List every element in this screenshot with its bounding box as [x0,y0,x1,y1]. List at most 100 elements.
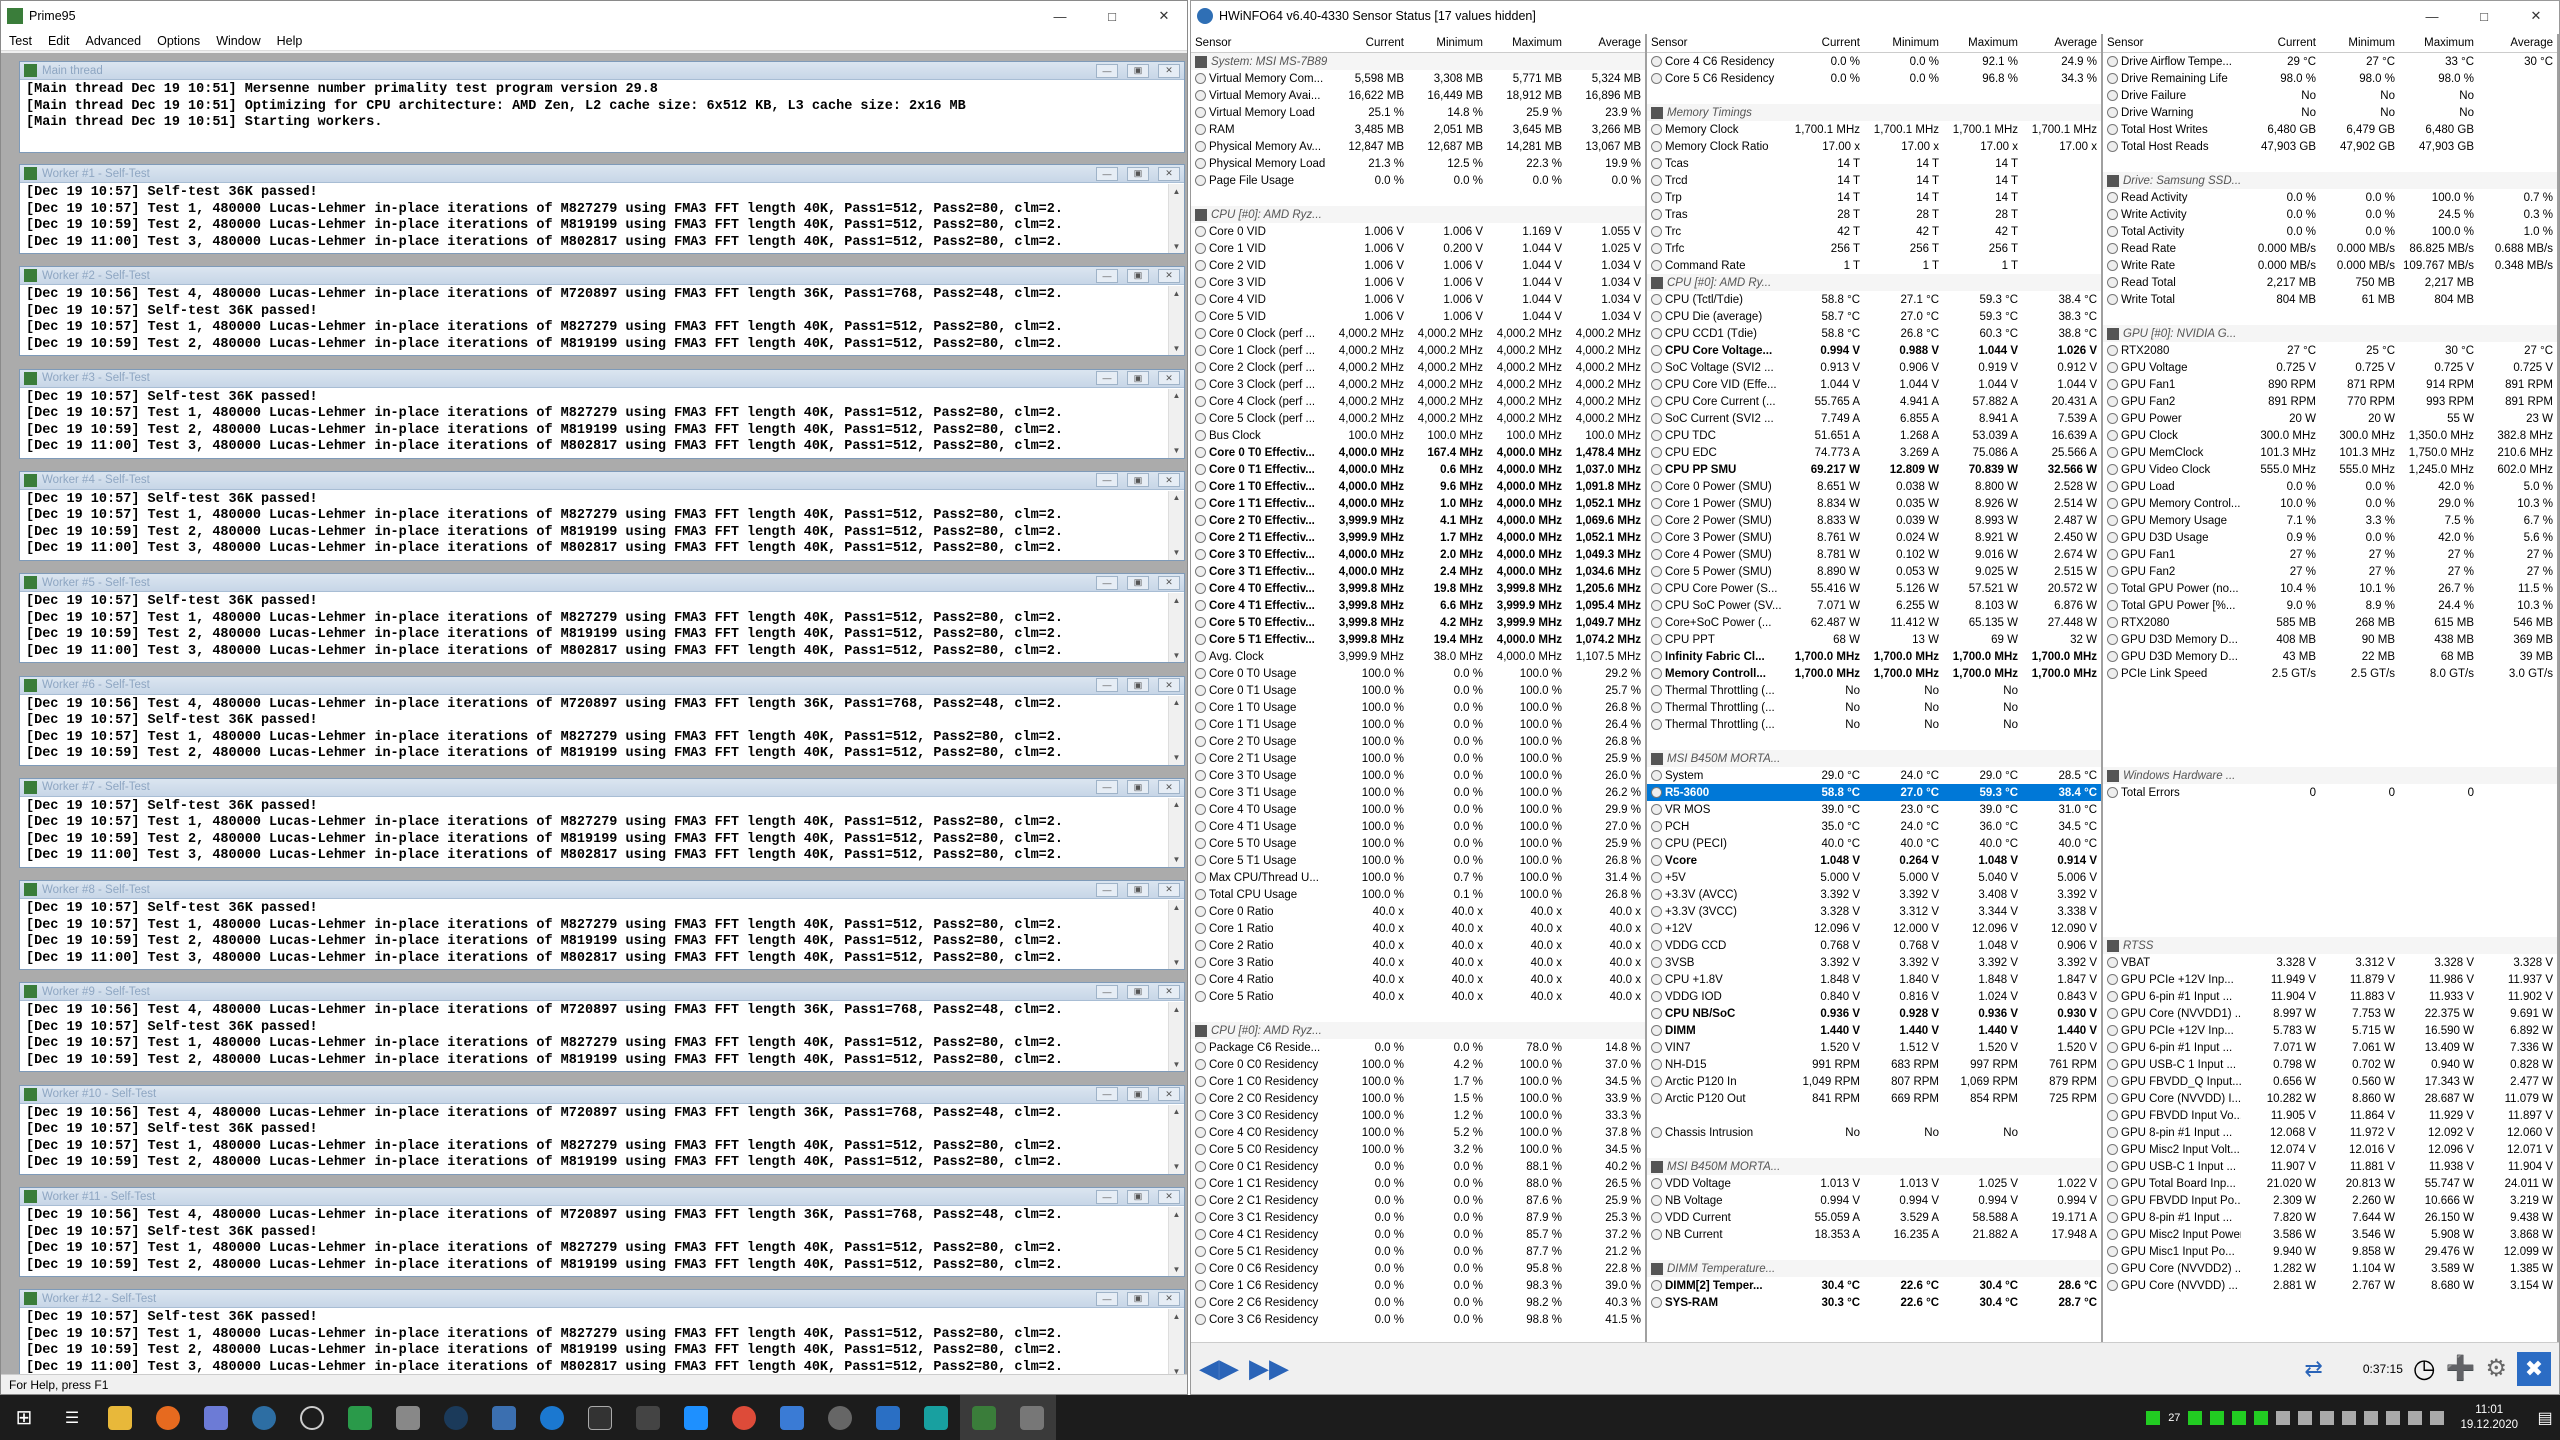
close-icon[interactable]: ✕ [1158,268,1180,283]
sensor-row[interactable]: CPU Core Power (S... 55.416 W 5.126 W 57.52… [1647,580,2101,597]
sensor-row[interactable]: GPU USB-C 1 Input ... 0.798 W 0.702 W 0.940… [2103,1056,2557,1073]
sensor-row[interactable]: Core 2 VID 1.006 V 1.006 V 1.044 V 1.034 V [1191,257,1645,274]
sensor-row[interactable]: Core 2 C1 Residency 0.0 % 0.0 % 87.6 % 25.9 … [1191,1192,1645,1209]
sensor-row[interactable]: RTX2080 585 MB 268 MB 615 MB 546 MB [2103,614,2557,631]
app-icon-16[interactable] [768,1395,816,1440]
sensor-row[interactable]: VDDG CCD 0.768 V 0.768 V 1.048 V 0.906 V [1647,937,2101,954]
sensor-row[interactable]: Core 3 VID 1.006 V 1.006 V 1.044 V 1.034 V [1191,274,1645,291]
sensor-row[interactable]: Virtual Memory Load 25.1 % 14.8 % 25.9 % 23.… [1191,104,1645,121]
nav-right-icon[interactable]: ▶▶ [1249,1353,1289,1384]
sensor-row[interactable]: Core 1 C0 Residency 100.0 % 1.7 % 100.0 % 34… [1191,1073,1645,1090]
sensor-row[interactable]: Thermal Throttling (... No No No [1647,682,2101,699]
vertical-scrollbar[interactable]: ▲ ▼ [1168,490,1184,560]
sensor-row[interactable]: Core 2 T0 Effectiv... 3,999.9 MHz 4.1 MHz 4… [1191,512,1645,529]
sensor-row[interactable]: 3VSB 3.392 V 3.392 V 3.392 V 3.392 V [1647,954,2101,971]
sensor-row[interactable]: Package C6 Reside... 0.0 % 0.0 % 78.0 % 14.8… [1191,1039,1645,1056]
sensor-row[interactable]: CPU Core Voltage... 0.994 V 0.988 V 1.044 V… [1647,342,2101,359]
scroll-down-icon[interactable]: ▼ [1169,1160,1184,1174]
scroll-down-icon[interactable]: ▼ [1169,751,1184,765]
sensor-row[interactable]: Drive Failure No No No [2103,87,2557,104]
app-icon-8[interactable] [384,1395,432,1440]
sensor-row[interactable]: Write Total 804 MB 61 MB 804 MB [2103,291,2557,308]
menu-test[interactable]: Test [9,34,32,48]
app-icon-5[interactable] [240,1395,288,1440]
vertical-scrollbar[interactable]: ▲ ▼ [1168,900,1184,970]
sensor-row[interactable]: VIN7 1.520 V 1.512 V 1.520 V 1.520 V [1647,1039,2101,1056]
restore-icon[interactable]: ▣ [1127,268,1149,283]
sensor-row[interactable]: Core 3 C0 Residency 100.0 % 1.2 % 100.0 % 33… [1191,1107,1645,1124]
sensor-row[interactable]: GPU 6-pin #1 Input ... 11.904 V 11.883 V 11… [2103,988,2557,1005]
column-minimum[interactable]: Minimum [1864,37,1943,49]
tray-icon-6[interactable] [2298,1410,2313,1425]
add-report-icon[interactable]: ➕ [2446,1354,2476,1383]
sensor-row[interactable]: Core 0 C1 Residency 0.0 % 0.0 % 88.1 % 40.2 … [1191,1158,1645,1175]
sensor-row[interactable]: Core 2 T1 Effectiv... 3,999.9 MHz 1.7 MHz 4… [1191,529,1645,546]
vertical-scrollbar[interactable]: ▲ ▼ [1168,593,1184,663]
close-icon[interactable]: ✕ [1158,678,1180,692]
sensor-row[interactable]: GPU 8-pin #1 Input ... 7.820 W 7.644 W 26.1… [2103,1209,2557,1226]
sensor-group[interactable]: System: MSI MS-7B89 [1191,53,1645,70]
app-icon-19[interactable] [912,1395,960,1440]
sensor-row[interactable]: GPU Fan2 891 RPM 770 RPM 993 RPM 891 RPM [2103,393,2557,410]
restore-icon[interactable]: ▣ [1127,984,1149,999]
minimize-icon[interactable]: — [1096,473,1118,488]
sensor-row[interactable]: Core 5 Power (SMU) 8.890 W 0.053 W 9.025 W2… [1647,563,2101,580]
column-sensor[interactable]: Sensor [2103,37,2241,49]
sensor-row[interactable]: Core+SoC Power (... 62.487 W 11.412 W 65.13… [1647,614,2101,631]
close-icon[interactable]: ✕ [1158,1291,1180,1306]
sensor-group[interactable]: DIMM Temperature... [1647,1260,2101,1277]
column-header[interactable]: Sensor Current Minimum Maximum Average [1647,34,2101,53]
sensor-row[interactable]: SYS-RAM 30.3 °C 22.6 °C 30.4 °C 28.7 °C [1647,1294,2101,1311]
sensor-row[interactable]: Core 1 Ratio 40.0 x 40.0 x 40.0 x 40.0 x [1191,920,1645,937]
sensor-row[interactable]: Core 2 Clock (perf ... 4,000.2 MHz 4,000.2… [1191,359,1645,376]
sensor-row[interactable]: NH-D15 991 RPM 683 RPM 997 RPM 761 RPM [1647,1056,2101,1073]
tray-icon-green[interactable] [2146,1410,2161,1425]
sensor-row[interactable]: Core 3 T1 Usage 100.0 % 0.0 % 100.0 % 26.2 % [1191,784,1645,801]
chrome-icon[interactable] [720,1395,768,1440]
sensor-row[interactable]: GPU MemClock 101.3 MHz 101.3 MHz 1,750.0 MH… [2103,444,2557,461]
close-icon[interactable]: ✕ [1141,1,1187,31]
sensor-row[interactable]: CPU TDC 51.651 A 1.268 A 53.039 A 16.639 A [1647,427,2101,444]
sensor-row[interactable]: Trcd 14 T 14 T 14 T [1647,172,2101,189]
sensor-group[interactable]: MSI B450M MORTA... [1647,1158,2101,1175]
worker-window-3[interactable]: Worker #3 - Self-Test — ▣ ✕ [Dec 19 10:57] S… [19,368,1185,459]
sensor-row[interactable]: PCIe Link Speed 2.5 GT/s 2.5 GT/s 8.0 GT/s 3… [2103,665,2557,682]
sensor-row[interactable]: Core 0 T0 Effectiv... 4,000.0 MHz 167.4 MH… [1191,444,1645,461]
sensor-group[interactable]: CPU [#0]: AMD Ryz... [1191,1022,1645,1039]
sensor-row[interactable]: Core 4 T0 Effectiv... 3,999.8 MHz 19.8 MHz… [1191,580,1645,597]
sensor-row[interactable]: Trp 14 T 14 T 14 T [1647,189,2101,206]
sensor-row[interactable]: Core 2 Ratio 40.0 x 40.0 x 40.0 x 40.0 x [1191,937,1645,954]
scroll-up-icon[interactable]: ▲ [1169,696,1184,710]
network-icon[interactable]: ⇄ [2304,1356,2322,1382]
vertical-scrollbar[interactable]: ▲ ▼ [1168,695,1184,765]
sensor-row[interactable]: Infinity Fabric Cl... 1,700.0 MHz 1,700.0 … [1647,648,2101,665]
sensor-row[interactable]: CPU (Tctl/Tdie) 58.8 °C 27.1 °C 59.3 °C 38.4… [1647,291,2101,308]
sensor-panel-1[interactable]: Sensor Current Minimum Maximum Average System… [1191,34,1647,1342]
sensor-panel-3[interactable]: Sensor Current Minimum Maximum Average Drive … [2103,34,2559,1342]
sensor-row[interactable]: Core 0 T0 Usage 100.0 % 0.0 % 100.0 % 29.2 % [1191,665,1645,682]
sensor-row[interactable]: CPU SoC Power (SV... 7.071 W 6.255 W 8.103 … [1647,597,2101,614]
restore-icon[interactable]: ▣ [1127,1087,1149,1102]
worker-window-4[interactable]: Worker #4 - Self-Test — ▣ ✕ [Dec 19 10:57] S… [19,470,1185,561]
sensor-row[interactable]: Thermal Throttling (... No No No [1647,716,2101,733]
sensor-row[interactable]: Core 5 T1 Usage 100.0 % 0.0 % 100.0 % 26.8 % [1191,852,1645,869]
explorer-icon[interactable] [96,1395,144,1440]
sensor-row[interactable]: Drive Remaining Life 98.0 % 98.0 % 98.0 % [2103,70,2557,87]
sensor-row[interactable]: CPU Die (average) 58.7 °C 27.0 °C 59.3 °C 38… [1647,308,2101,325]
minimize-icon[interactable]: — [1096,166,1118,181]
sensor-row[interactable]: Core 2 T1 Usage 100.0 % 0.0 % 100.0 % 25.9 % [1191,750,1645,767]
clock-icon[interactable]: ◷ [2413,1353,2436,1384]
sensor-row[interactable]: Arctic P120 In 1,049 RPM 807 RPM 1,069 RPM 8… [1647,1073,2101,1090]
sensor-row[interactable]: GPU Fan1 27 % 27 % 27 % 27 % [2103,546,2557,563]
sensor-row[interactable]: CPU PP SMU 69.217 W 12.809 W 70.839 W 32.566… [1647,461,2101,478]
restore-icon[interactable]: ▣ [1127,882,1149,897]
column-header[interactable]: Sensor Current Minimum Maximum Average [2103,34,2557,53]
child-titlebar[interactable]: Worker #10 - Self-Test — ▣ ✕ [20,1085,1184,1104]
sensor-row[interactable]: +12V 12.096 V 12.000 V 12.096 V 12.090 V [1647,920,2101,937]
close-icon[interactable]: ✕ [1158,63,1180,78]
sensor-row[interactable]: Total Host Writes 6,480 GB 6,479 GB 6,480 G… [2103,121,2557,138]
sensor-row[interactable]: GPU Core (NVVDD) ... 2.881 W 2.767 W 8.680 … [2103,1277,2557,1294]
column-current[interactable]: Current [1785,37,1864,49]
app-icon-14[interactable] [672,1395,720,1440]
sensor-row[interactable]: Trc 42 T 42 T 42 T [1647,223,2101,240]
